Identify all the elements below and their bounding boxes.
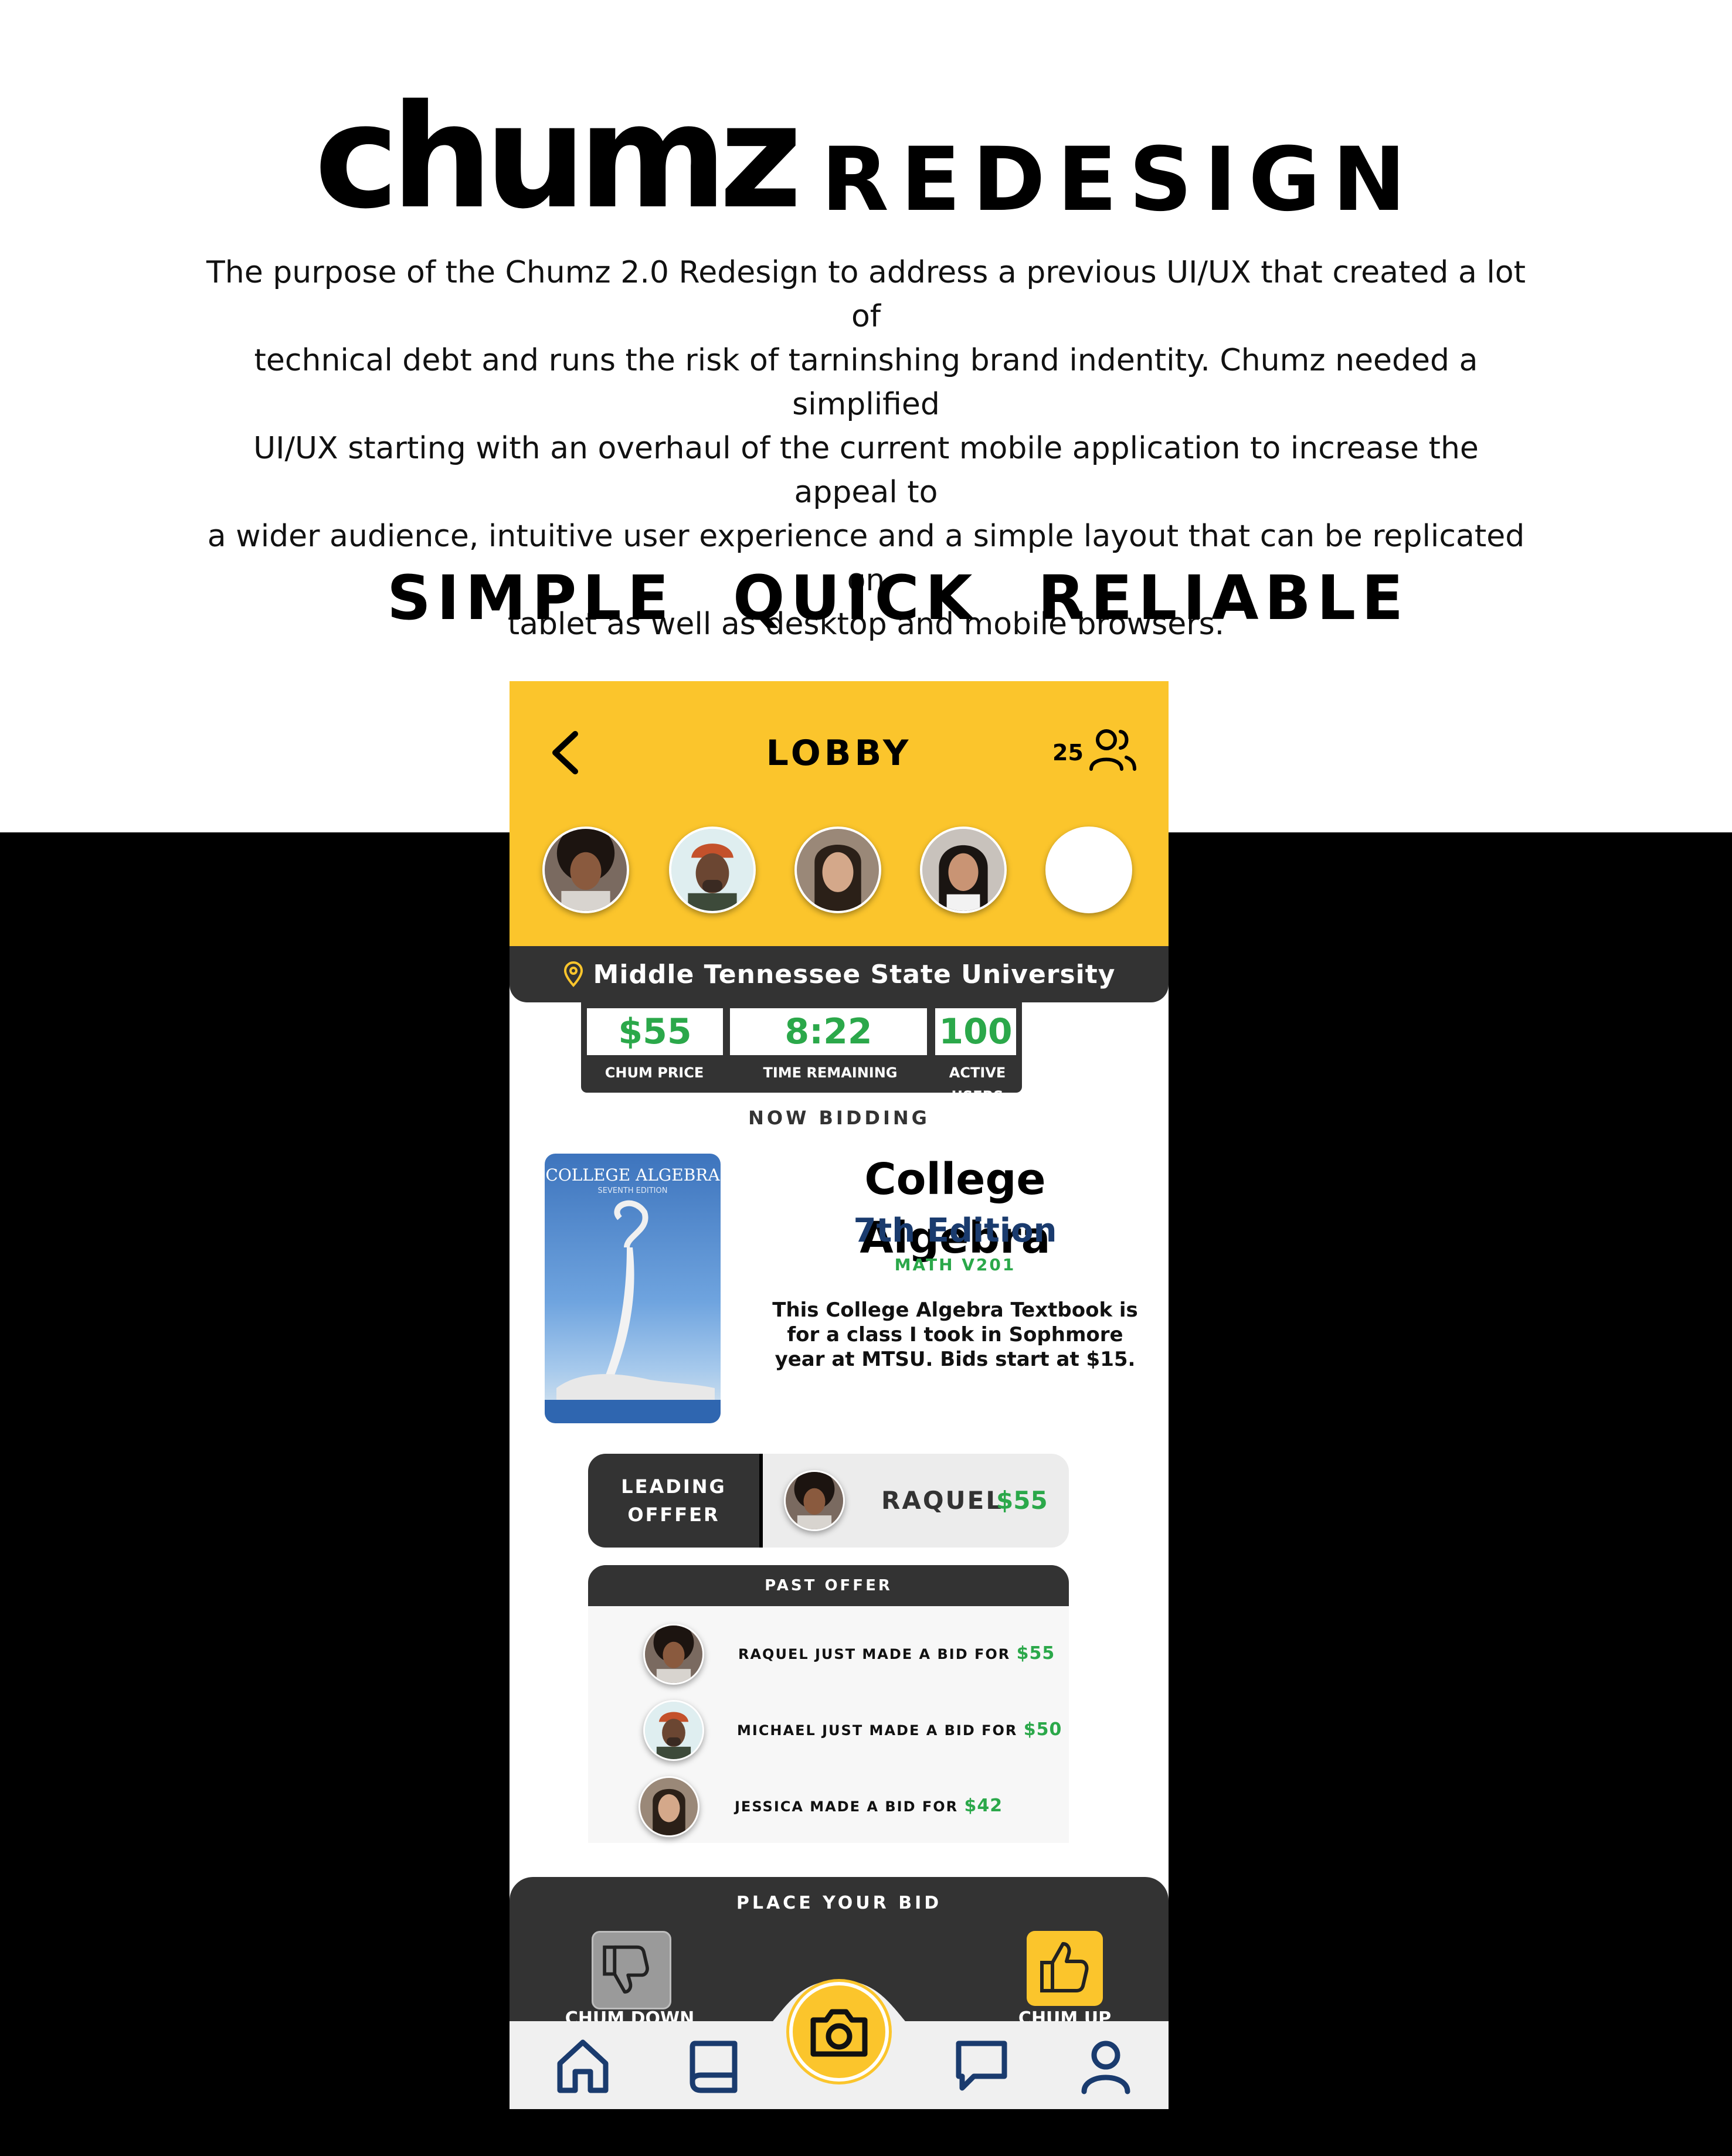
avatar xyxy=(643,1624,704,1685)
avatar xyxy=(639,1776,699,1837)
page-title: REDESIGN xyxy=(821,129,1418,231)
bid-amount: $42 xyxy=(964,1795,1003,1816)
phone-screen: LOBBY 25 Middle Tennessee State Universi… xyxy=(510,681,1169,2109)
chat-icon[interactable] xyxy=(950,2034,1013,2096)
stat-label: TIME REMAINING xyxy=(763,1065,898,1081)
chumz-logo: chumz xyxy=(314,74,802,240)
bid-history-text: MICHAEL JUST MADE A BID FOR $50 xyxy=(737,1719,1062,1740)
bid-amount: $55 xyxy=(1016,1643,1055,1664)
avatar xyxy=(643,1700,704,1761)
camera-icon xyxy=(789,1982,889,2082)
tower-illustration xyxy=(545,1200,721,1423)
stat-value: $55 xyxy=(587,1008,723,1055)
stat-chum-price: $55 CHUM PRICE xyxy=(581,1002,728,1090)
pillars: SIMPLE QUICK RELIABLE xyxy=(0,560,1732,636)
leading-offer-card[interactable]: LEADING OFFFER RAQUEL $55 xyxy=(588,1454,1069,1548)
list-item: MICHAEL JUST MADE A BID FOR $50 xyxy=(588,1698,1069,1762)
location-bar: Middle Tennessee State University xyxy=(510,946,1169,1002)
leading-bidder-name: RAQUEL xyxy=(881,1486,1004,1515)
bid-amount: $50 xyxy=(1023,1719,1062,1740)
list-item: JESSICA MADE A BID FOR $42 xyxy=(588,1774,1069,1838)
product-description: This College Algebra Textbook is for a c… xyxy=(772,1298,1138,1371)
book-icon[interactable] xyxy=(683,2034,745,2096)
avatar xyxy=(784,1470,845,1531)
stat-label: ACTIVE USERS xyxy=(949,1065,1006,1104)
bid-history-text: JESSICA MADE A BID FOR $42 xyxy=(735,1795,1003,1816)
list-item: RAQUEL JUST MADE A BID FOR $55 xyxy=(588,1621,1069,1686)
user-count: 25 xyxy=(1052,740,1084,766)
page-header: chumz REDESIGN xyxy=(0,76,1732,229)
pillar-quick: QUICK xyxy=(733,562,979,634)
home-icon[interactable] xyxy=(552,2034,614,2096)
course-code: MATH V201 xyxy=(894,1255,1016,1274)
stats-panel: $55 CHUM PRICE 8:22 TIME REMAINING 100 A… xyxy=(581,1002,1022,1104)
stat-time-remaining: 8:22 TIME REMAINING xyxy=(728,1002,933,1090)
stat-value: 100 xyxy=(935,1008,1016,1055)
now-bidding-label: NOW BIDDING xyxy=(748,1107,930,1129)
stat-label: CHUM PRICE xyxy=(604,1065,704,1081)
avatar[interactable] xyxy=(920,827,1007,913)
camera-button[interactable] xyxy=(786,1979,892,2084)
past-offer-panel: PAST OFFER RAQUEL JUST MADE A BID FOR $5… xyxy=(588,1565,1069,1843)
location-name: Middle Tennessee State University xyxy=(593,959,1116,989)
product-edition: 7th Edition xyxy=(853,1212,1057,1250)
stat-value: 8:22 xyxy=(730,1008,927,1055)
map-pin-icon xyxy=(563,961,583,987)
avatar[interactable] xyxy=(542,827,629,913)
stat-active-users: 100 ACTIVE USERS xyxy=(933,1002,1022,1104)
bid-history-text: RAQUEL JUST MADE A BID FOR $55 xyxy=(738,1643,1055,1664)
place-bid-title: PLACE YOUR BID xyxy=(736,1893,942,1913)
pillar-simple: SIMPLE xyxy=(387,562,675,634)
past-offer-title: PAST OFFER xyxy=(588,1565,1069,1606)
avatar[interactable] xyxy=(669,827,756,913)
top-bar: LOBBY 25 xyxy=(510,681,1169,946)
users-icon[interactable] xyxy=(1086,722,1139,775)
leading-offer-label: LEADING OFFFER xyxy=(588,1454,763,1548)
book-cover-image[interactable]: COLLEGE ALGEBRA SEVENTH EDITION xyxy=(545,1154,721,1423)
leading-bid-amount: $55 xyxy=(996,1486,1048,1515)
profile-icon[interactable] xyxy=(1075,2034,1137,2096)
lobby-avatars xyxy=(510,827,1169,920)
pillar-reliable: RELIABLE xyxy=(1038,562,1410,634)
avatar-empty-slot[interactable] xyxy=(1045,827,1132,913)
avatar[interactable] xyxy=(794,827,881,913)
